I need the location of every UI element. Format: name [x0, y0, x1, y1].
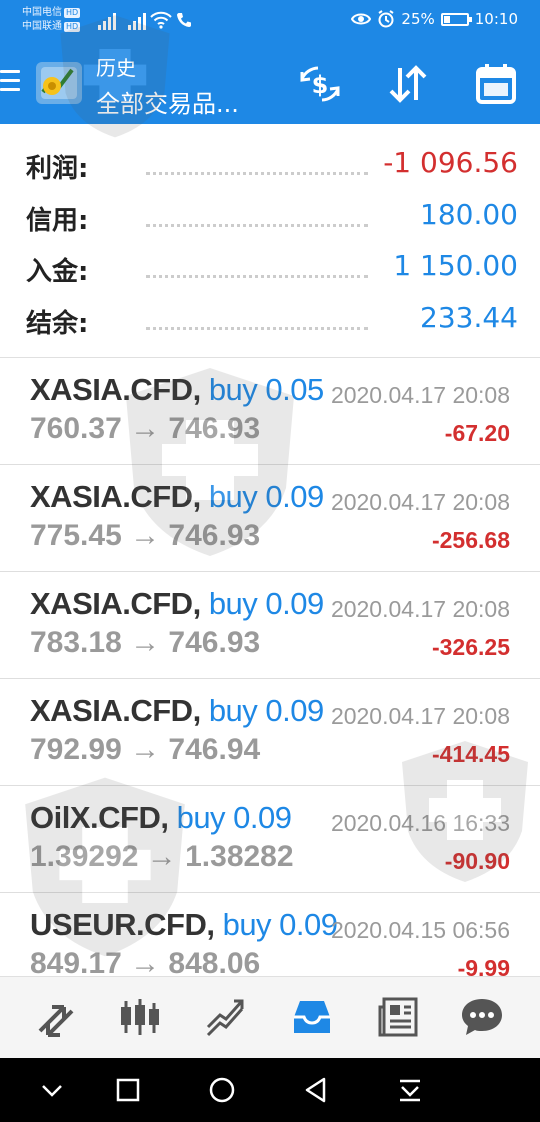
- clock: 10:10: [474, 10, 518, 28]
- calendar-icon[interactable]: [474, 62, 518, 106]
- bottom-navigation: [0, 976, 540, 1058]
- carrier-2: 中国联通: [22, 21, 62, 32]
- battery-icon: [440, 12, 472, 26]
- trade-profit: -256.68: [431, 527, 510, 553]
- sort-icon[interactable]: [386, 62, 430, 106]
- status-right: 25% 10:10: [351, 10, 518, 28]
- system-navigation: [0, 1058, 540, 1122]
- summary-label: 入金:: [26, 257, 89, 287]
- trade-prices: 1.39292 → 1.38282: [30, 840, 294, 873]
- hd-badge-2: HD: [64, 22, 81, 32]
- call-icon: [177, 13, 191, 27]
- trade-side: buy 0.05: [208, 372, 324, 407]
- trade-symbol: XASIA.CFD,: [30, 586, 201, 621]
- trade-side: buy 0.09: [208, 586, 324, 621]
- trade-prices: 849.17 → 848.06: [30, 947, 261, 976]
- summary-value: 1 150.00: [393, 249, 518, 282]
- trade-prices: 783.18 → 746.93: [30, 626, 261, 659]
- trade-row[interactable]: XASIA.CFD, buy 0.09 2020.04.17 20:08 792…: [0, 679, 540, 786]
- summary-row-credit: 信用: 180.00: [26, 196, 518, 236]
- trade-profit: -67.20: [444, 420, 510, 446]
- trade-row[interactable]: XASIA.CFD, buy 0.09 2020.04.17 20:08 775…: [0, 465, 540, 572]
- trade-side: buy 0.09: [208, 693, 324, 728]
- trade-prices: 792.99 → 746.94: [30, 733, 261, 766]
- battery-percent: 25%: [401, 10, 435, 28]
- trade-row[interactable]: USEUR.CFD, buy 0.09 2020.04.15 06:56 849…: [0, 893, 540, 976]
- signal-icon-2: [128, 10, 146, 30]
- summary-row-deposit: 入金: 1 150.00: [26, 247, 518, 287]
- summary-label: 信用:: [26, 206, 89, 236]
- notification-pull-icon[interactable]: [396, 1076, 424, 1104]
- account-summary: 利润: -1 096.56 信用: 180.00 入金: 1 150.00 结余…: [0, 124, 540, 358]
- trade-history-list[interactable]: XASIA.CFD, buy 0.05 2020.04.17 20:08 760…: [0, 358, 540, 976]
- summary-value: 180.00: [420, 198, 518, 231]
- home-icon[interactable]: [208, 1076, 236, 1104]
- back-icon[interactable]: [302, 1076, 330, 1104]
- trade-symbol: XASIA.CFD,: [30, 479, 201, 514]
- trade-time: 2020.04.15 06:56: [330, 917, 510, 943]
- trade-time: 2020.04.17 20:08: [330, 703, 510, 729]
- summary-row-profit: 利润: -1 096.56: [26, 144, 518, 184]
- carrier-info: 中国电信 HD 中国联通 HD: [22, 6, 81, 34]
- dotted-leader: [146, 172, 368, 175]
- wifi-icon: [150, 11, 172, 29]
- currency-exchange-icon[interactable]: $: [298, 62, 342, 106]
- quotes-icon[interactable]: [34, 995, 78, 1039]
- carrier-1: 中国电信: [22, 7, 62, 18]
- dotted-leader: [146, 224, 368, 227]
- trade-prices: 775.45 → 746.93: [30, 519, 261, 552]
- metatrader-logo: [36, 62, 82, 104]
- chart-icon[interactable]: [118, 995, 162, 1039]
- trade-row[interactable]: XASIA.CFD, buy 0.05 2020.04.17 20:08 760…: [0, 358, 540, 465]
- trade-row[interactable]: XASIA.CFD, buy 0.09 2020.04.17 20:08 783…: [0, 572, 540, 679]
- trade-time: 2020.04.17 20:08: [330, 596, 510, 622]
- trade-symbol: OilX.CFD,: [30, 800, 169, 835]
- eye-icon: [351, 13, 372, 25]
- trade-time: 2020.04.17 20:08: [330, 382, 510, 408]
- menu-button[interactable]: [0, 70, 20, 98]
- trade-side: buy 0.09: [208, 479, 324, 514]
- trade-symbol: XASIA.CFD,: [30, 372, 201, 407]
- status-bar: 中国电信 HD 中国联通 HD 25% 10:10: [0, 0, 540, 40]
- app-header: 中国电信 HD 中国联通 HD 25% 10:10 历史 全部交易品... $: [0, 0, 540, 124]
- hd-badge-1: HD: [64, 8, 81, 18]
- summary-label: 利润:: [26, 154, 89, 184]
- recents-icon[interactable]: [114, 1076, 142, 1104]
- trade-profit: -90.90: [444, 848, 510, 874]
- signal-icon: [98, 10, 116, 30]
- trade-prices: 760.37 → 746.93: [30, 412, 261, 445]
- summary-row-balance: 结余: 233.44: [26, 299, 518, 339]
- trade-row[interactable]: OilX.CFD, buy 0.09 2020.04.16 16:33 1.39…: [0, 786, 540, 893]
- chat-icon[interactable]: [460, 995, 504, 1039]
- symbol-filter[interactable]: 全部交易品...: [96, 84, 239, 119]
- collapse-icon[interactable]: [38, 1076, 66, 1104]
- trade-icon[interactable]: [204, 995, 248, 1039]
- trade-symbol: XASIA.CFD,: [30, 693, 201, 728]
- news-icon[interactable]: [376, 995, 420, 1039]
- page-title: 历史: [96, 56, 136, 80]
- svg-text:$: $: [312, 71, 329, 99]
- dotted-leader: [146, 275, 368, 278]
- summary-label: 结余:: [26, 309, 89, 339]
- trade-profit: -414.45: [431, 741, 510, 767]
- alarm-icon: [378, 10, 394, 28]
- trade-time: 2020.04.17 20:08: [330, 489, 510, 515]
- trade-symbol: USEUR.CFD,: [30, 907, 215, 942]
- trade-time: 2020.04.16 16:33: [330, 810, 510, 836]
- trade-profit: -9.99: [457, 955, 510, 976]
- history-icon[interactable]: [290, 995, 334, 1039]
- trade-profit: -326.25: [431, 634, 510, 660]
- trade-side: buy 0.09: [176, 800, 292, 835]
- summary-value: 233.44: [420, 301, 518, 334]
- trade-side: buy 0.09: [222, 907, 338, 942]
- summary-value: -1 096.56: [383, 146, 518, 179]
- dotted-leader: [146, 327, 368, 330]
